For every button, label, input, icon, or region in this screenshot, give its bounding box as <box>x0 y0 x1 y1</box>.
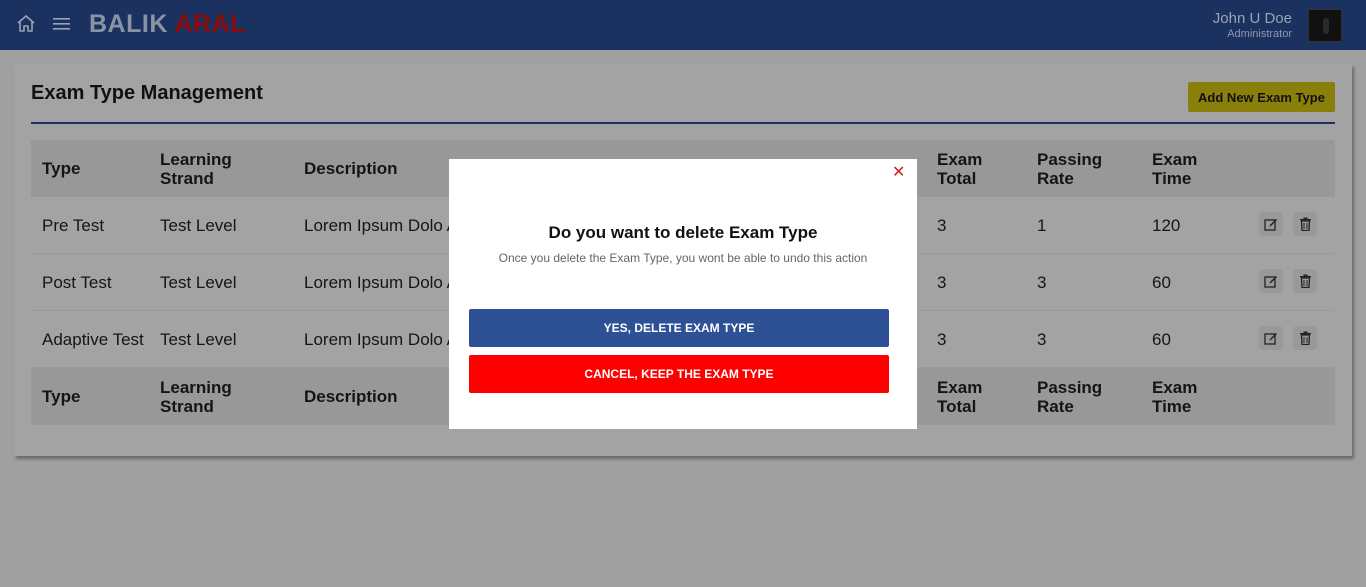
cell-exam-total: 3 <box>937 330 947 349</box>
header-type: Type <box>42 159 81 178</box>
hamburger-menu-icon[interactable] <box>53 17 70 31</box>
cell-type: Post Test <box>42 273 112 292</box>
header-learning-strand: Learning Strand <box>160 149 232 188</box>
delete-button[interactable] <box>1293 269 1317 293</box>
edit-icon <box>1264 333 1277 345</box>
row-actions <box>1259 212 1317 236</box>
modal-title: Do you want to delete Exam Type <box>548 223 818 242</box>
edit-icon <box>1264 219 1277 231</box>
delete-button[interactable] <box>1293 212 1317 236</box>
cell-exam-total: 3 <box>937 216 947 235</box>
title-divider <box>31 122 1335 124</box>
footer-passing-rate: Passing Rate <box>1037 377 1103 416</box>
cell-learning-strand: Test Level <box>160 273 237 292</box>
brand-part-2: ARAL <box>174 10 246 38</box>
trash-icon <box>1299 217 1311 231</box>
cell-exam-time: 120 <box>1152 216 1181 235</box>
edit-button[interactable] <box>1259 212 1283 236</box>
row-actions <box>1259 326 1317 350</box>
cell-exam-time: 60 <box>1152 330 1171 349</box>
user-info[interactable]: John U Doe Administrator <box>1213 10 1292 40</box>
add-new-exam-type-button[interactable]: Add New Exam Type <box>1188 82 1335 112</box>
delete-button[interactable] <box>1293 326 1317 350</box>
footer-type: Type <box>42 387 81 406</box>
header-exam-total: Exam Total <box>937 149 983 188</box>
cell-type: Pre Test <box>42 216 105 235</box>
cell-passing-rate: 3 <box>1037 273 1047 292</box>
close-icon[interactable]: ✕ <box>892 165 905 181</box>
edit-button[interactable] <box>1259 326 1283 350</box>
delete-confirmation-modal: ✕ Do you want to delete Exam Type Once y… <box>449 159 917 429</box>
edit-icon <box>1264 276 1277 288</box>
footer-learning-strand: Learning Strand <box>160 377 232 416</box>
row-actions <box>1259 269 1317 293</box>
footer-exam-total: Exam Total <box>937 377 983 416</box>
user-name: John U Doe <box>1212 10 1292 27</box>
page-title: Exam Type Management <box>31 82 263 104</box>
home-icon[interactable] <box>16 14 36 34</box>
cell-exam-time: 60 <box>1152 273 1171 292</box>
edit-button[interactable] <box>1259 269 1283 293</box>
trash-icon <box>1299 274 1311 288</box>
brand-part-1: BALIK <box>89 10 168 38</box>
modal-subtitle: Once you delete the Exam Type, you wont … <box>498 251 868 265</box>
top-navigation-bar: BALIK ARAL John U Doe Administrator <box>0 0 1366 50</box>
cell-learning-strand: Test Level <box>160 330 237 349</box>
user-role: Administrator <box>1227 28 1292 40</box>
cell-passing-rate: 1 <box>1037 216 1047 235</box>
cancel-delete-button[interactable]: CANCEL, KEEP THE EXAM TYPE <box>469 355 889 393</box>
cell-passing-rate: 3 <box>1037 330 1047 349</box>
cell-exam-total: 3 <box>937 273 947 292</box>
avatar-figure <box>1323 18 1329 34</box>
confirm-delete-button[interactable]: YES, DELETE EXAM TYPE <box>469 309 889 347</box>
cell-type: Adaptive Test <box>42 330 144 349</box>
avatar[interactable] <box>1308 9 1342 42</box>
header-exam-time: Exam Time <box>1152 149 1198 188</box>
trash-icon <box>1299 331 1311 345</box>
header-passing-rate: Passing Rate <box>1037 149 1103 188</box>
brand-logo[interactable]: BALIK ARAL <box>89 10 246 39</box>
cell-learning-strand: Test Level <box>160 216 237 235</box>
footer-exam-time: Exam Time <box>1152 377 1198 416</box>
